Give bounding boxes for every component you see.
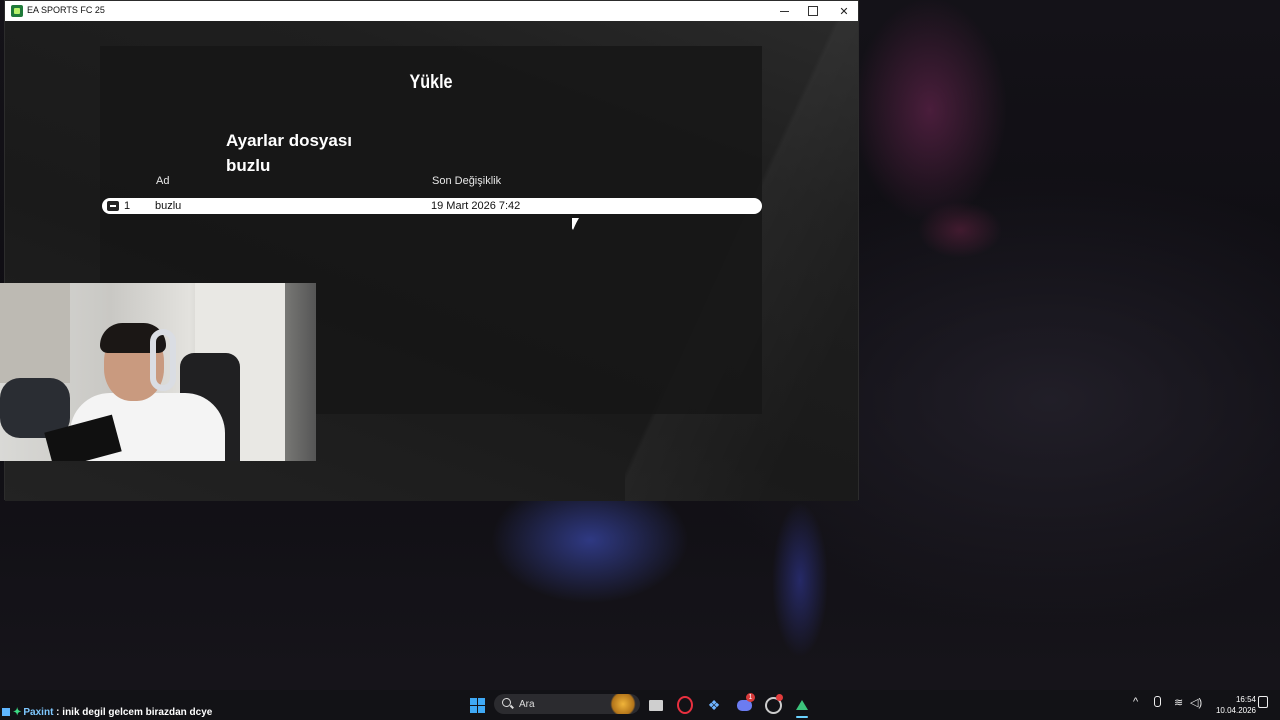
chat-username: Paxint: [23, 707, 54, 718]
subtitle-line-2: buzlu: [226, 156, 271, 175]
window-titlebar[interactable]: EA SPORTS FC 25 ✕: [5, 1, 858, 21]
windows-start-icon[interactable]: [466, 694, 488, 716]
controller-button-icon: [107, 201, 119, 211]
notification-icon[interactable]: [1258, 696, 1268, 708]
row-index: 1: [124, 200, 131, 212]
webcam-overlay: [0, 283, 316, 461]
row-modified: 19 Mart 2026 7:42: [431, 200, 521, 212]
clock-date: 10.04.2026: [1215, 706, 1256, 715]
network-app-icon[interactable]: ❖: [703, 694, 725, 716]
column-header-modified[interactable]: Son Değişiklik: [432, 175, 501, 187]
webcam-background-door: [0, 283, 70, 383]
chat-separator: :: [53, 707, 63, 718]
search-icon: [502, 698, 511, 707]
column-header-name[interactable]: Ad: [156, 175, 169, 187]
volume-icon[interactable]: ◁): [1190, 696, 1202, 709]
row-name: buzlu: [155, 200, 182, 212]
chat-message: inik degil gelcem birazdan dcye: [62, 707, 213, 718]
search-highlight-icon[interactable]: [608, 694, 638, 714]
ea-fc-app-icon: [11, 5, 23, 17]
chat-overlay: ✦ Paxint : inik degil gelcem birazdan dcy…: [2, 707, 212, 718]
chat-badge-icon: [2, 708, 10, 716]
file-explorer-icon[interactable]: [645, 694, 667, 716]
taskbar-clock[interactable]: 16:54 10.04.2026: [1206, 694, 1256, 716]
minimize-button[interactable]: [769, 1, 799, 21]
mouse-cursor-icon: [572, 218, 582, 230]
discord-notification-badge: 1: [746, 693, 755, 702]
ea-app-icon[interactable]: [791, 694, 813, 716]
chevron-up-icon[interactable]: ^: [1133, 696, 1138, 708]
search-placeholder: Ara: [519, 699, 535, 710]
steam-notification-badge: [776, 694, 783, 701]
microphone-icon[interactable]: [1154, 696, 1161, 707]
close-button[interactable]: ✕: [829, 1, 859, 21]
panel-subtitle: Ayarlar dosyası buzlu: [226, 128, 352, 178]
window-title: EA SPORTS FC 25: [27, 5, 105, 15]
maximize-button[interactable]: [798, 1, 828, 21]
opera-gx-icon[interactable]: [674, 694, 696, 716]
clock-time: 16:54: [1235, 695, 1256, 704]
webcam-headset: [150, 329, 176, 391]
subtitle-line-1: Ayarlar dosyası: [226, 131, 352, 150]
wifi-icon[interactable]: ≋: [1174, 696, 1183, 709]
panel-title: Yükle: [409, 72, 453, 93]
chat-star-icon: ✦: [13, 707, 22, 718]
file-row[interactable]: 1 buzlu 19 Mart 2026 7:42: [102, 198, 762, 214]
active-app-indicator: [796, 716, 808, 718]
